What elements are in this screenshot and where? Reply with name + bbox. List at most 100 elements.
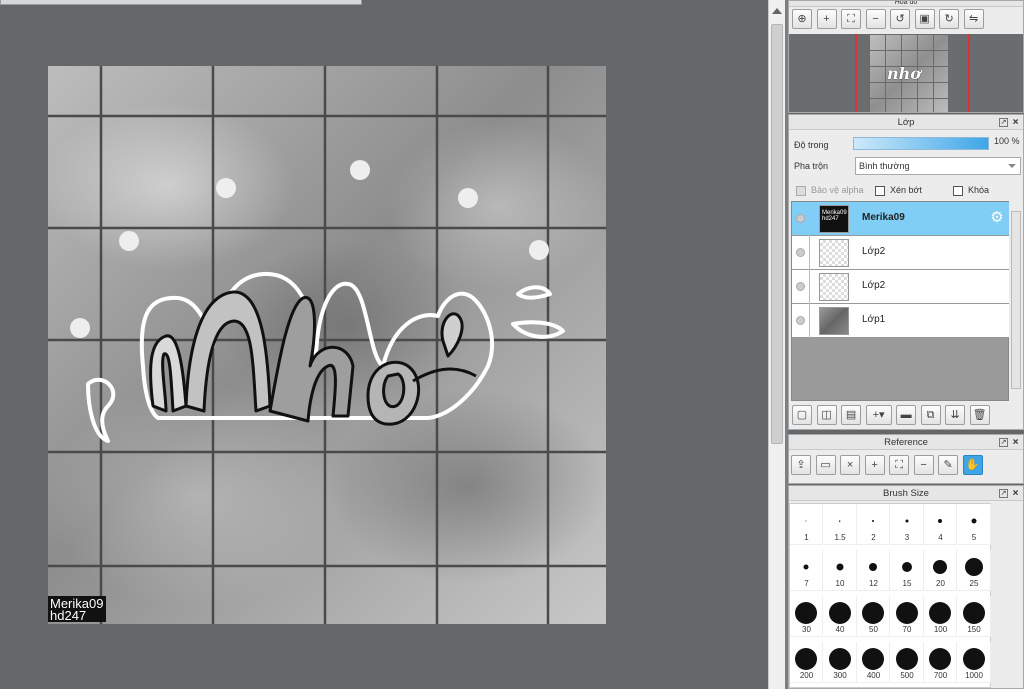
clipping-label: Xén bớt <box>890 185 922 195</box>
flip-icon[interactable]: ⇋ <box>963 9 984 29</box>
zoom-in-icon[interactable]: + <box>864 455 885 475</box>
layer-row[interactable]: Lớp1 <box>792 304 1009 338</box>
close-icon[interactable]: × <box>1011 118 1020 128</box>
trash-icon[interactable]: 🗑 <box>969 405 990 425</box>
protect-alpha-label: Bảo vệ alpha <box>811 185 864 195</box>
navigator-panel: Hoa đồ ⊕ + ⛶ − ↺ ▣ ↻ ⇋ nhơ <box>788 0 1024 113</box>
brush-size-cell[interactable]: 10 <box>823 550 857 591</box>
zoom-out-icon[interactable]: − <box>865 9 886 29</box>
clipping-checkbox[interactable]: Xén bớt <box>875 184 922 196</box>
folder-icon[interactable]: ▬ <box>896 405 917 425</box>
brush-size-cell[interactable]: 100 <box>924 596 957 637</box>
checkbox-box[interactable] <box>953 185 963 196</box>
visibility-toggle-icon[interactable] <box>796 214 805 223</box>
hand-icon[interactable]: ✋ <box>962 455 983 475</box>
visibility-toggle-icon[interactable] <box>796 316 805 325</box>
brush-size-cell[interactable]: 15 <box>890 550 924 591</box>
brush-size-label: 20 <box>936 579 945 588</box>
brush-panel-scrollbar[interactable] <box>991 503 1023 688</box>
layer-thumbnail: Merika09 hd247 <box>819 205 849 233</box>
brush-size-cell[interactable]: 3 <box>890 504 924 545</box>
fit-icon[interactable]: ⛶ <box>841 9 862 29</box>
gear-icon[interactable]: ⚙ <box>989 210 1005 226</box>
close-icon[interactable]: × <box>840 455 861 475</box>
fit-screen-icon[interactable]: ▣ <box>914 9 935 29</box>
visibility-toggle-icon[interactable] <box>796 248 805 257</box>
navigator-preview[interactable]: nhơ <box>789 34 1023 112</box>
layer-list-scrollbar[interactable] <box>1011 211 1021 389</box>
brush-size-cell[interactable]: 25 <box>957 550 991 591</box>
brush-size-cell[interactable]: 70 <box>890 596 924 637</box>
canvas-vertical-scrollbar[interactable] <box>768 0 785 689</box>
brush-size-cell[interactable]: 500 <box>890 642 924 683</box>
float-panel-icon[interactable]: ↗ <box>999 438 1008 447</box>
zoom-out-icon[interactable]: − <box>913 455 934 475</box>
new-halftone-layer-icon[interactable]: ◫ <box>816 405 837 425</box>
brush-size-cell[interactable]: 300 <box>823 642 857 683</box>
layer-row[interactable]: Lớp2 <box>792 270 1009 304</box>
brush-size-cell[interactable]: 1 <box>790 504 823 545</box>
brush-size-cell[interactable]: 1.5 <box>823 504 857 545</box>
checkbox-box[interactable] <box>796 185 806 196</box>
brush-size-title-text: Brush Size <box>883 488 929 499</box>
app-window: Merika09 hd247 Hoa đồ ⊕ + ⛶ − ↺ ▣ ↻ ⇋ nh… <box>0 0 1024 689</box>
layer-row[interactable]: Merika09 hd247 Merika09 ⚙ <box>792 202 1009 236</box>
scroll-up-icon[interactable] <box>772 8 782 14</box>
brush-size-dot <box>929 648 951 670</box>
layer-thumbnail <box>819 239 849 267</box>
brush-size-cell[interactable]: 1000 <box>957 642 991 683</box>
brush-size-cell[interactable]: 12 <box>857 550 890 591</box>
open-folder-icon[interactable]: ▭ <box>815 455 836 475</box>
lock-checkbox[interactable]: Khóa <box>953 184 989 196</box>
bubble <box>119 231 139 251</box>
brush-size-cell[interactable]: 5 <box>957 504 991 545</box>
layer-row[interactable]: Lớp2 <box>792 236 1009 270</box>
scrollbar-thumb[interactable] <box>771 24 783 444</box>
rotate-right-icon[interactable]: ↻ <box>939 9 960 29</box>
brush-size-dot <box>869 563 877 571</box>
layer-thumbnail <box>819 307 849 335</box>
opacity-slider[interactable] <box>853 137 989 150</box>
blend-mode-select[interactable]: Bình thường <box>855 157 1021 175</box>
viewport-frame[interactable] <box>855 34 970 112</box>
layer-panel-title-text: Lớp <box>897 117 915 128</box>
canvas-area[interactable]: Merika09 hd247 <box>0 8 768 689</box>
eyedropper-icon[interactable]: ✎ <box>938 455 959 475</box>
zoom-in-icon[interactable]: + <box>816 9 837 29</box>
layer-panel: Lớp ↗ × Độ trong 100 % Pha trộn Bình thư… <box>788 114 1024 430</box>
float-panel-icon[interactable]: ↗ <box>999 489 1008 498</box>
duplicate-layer-icon[interactable]: ⧉ <box>920 405 941 425</box>
brush-size-cell[interactable]: 200 <box>790 642 823 683</box>
new-1bit-layer-icon[interactable]: ▤ <box>841 405 862 425</box>
import-icon[interactable]: ⇪ <box>791 455 811 475</box>
brush-size-dot <box>895 602 918 624</box>
artwork-canvas[interactable]: Merika09 hd247 <box>48 66 606 624</box>
brush-size-cell[interactable]: 40 <box>823 596 857 637</box>
bubble <box>70 318 90 338</box>
brush-size-cell[interactable]: 50 <box>857 596 890 637</box>
fit-icon[interactable]: ⛶ <box>889 455 910 475</box>
brush-size-cell[interactable]: 7 <box>790 550 823 591</box>
brush-size-cell[interactable]: 20 <box>924 550 957 591</box>
zoom-reset-icon[interactable]: ⊕ <box>792 9 812 29</box>
float-panel-icon[interactable]: ↗ <box>999 118 1008 127</box>
navigator-title: Hoa đồ <box>789 1 1023 7</box>
close-icon[interactable]: × <box>1011 489 1020 499</box>
brush-size-cell[interactable]: 4 <box>924 504 957 545</box>
close-icon[interactable]: × <box>1011 438 1020 448</box>
add-layer-menu-icon[interactable]: +▾ <box>865 405 892 425</box>
brush-size-cell[interactable]: 400 <box>857 642 890 683</box>
brush-size-cell[interactable]: 30 <box>790 596 823 637</box>
protect-alpha-checkbox[interactable]: Bảo vệ alpha <box>796 184 864 196</box>
grid-lines <box>48 66 606 624</box>
brush-size-cell[interactable]: 2 <box>857 504 890 545</box>
brush-size-label: 12 <box>869 579 878 588</box>
layer-name: Merika09 <box>862 212 905 223</box>
checkbox-box[interactable] <box>875 185 885 196</box>
merge-down-icon[interactable]: ⇊ <box>945 405 966 425</box>
brush-size-cell[interactable]: 150 <box>957 596 991 637</box>
new-layer-icon[interactable]: ▢ <box>792 405 812 425</box>
visibility-toggle-icon[interactable] <box>796 282 805 291</box>
brush-size-cell[interactable]: 700 <box>924 642 957 683</box>
rotate-left-icon[interactable]: ↺ <box>890 9 911 29</box>
